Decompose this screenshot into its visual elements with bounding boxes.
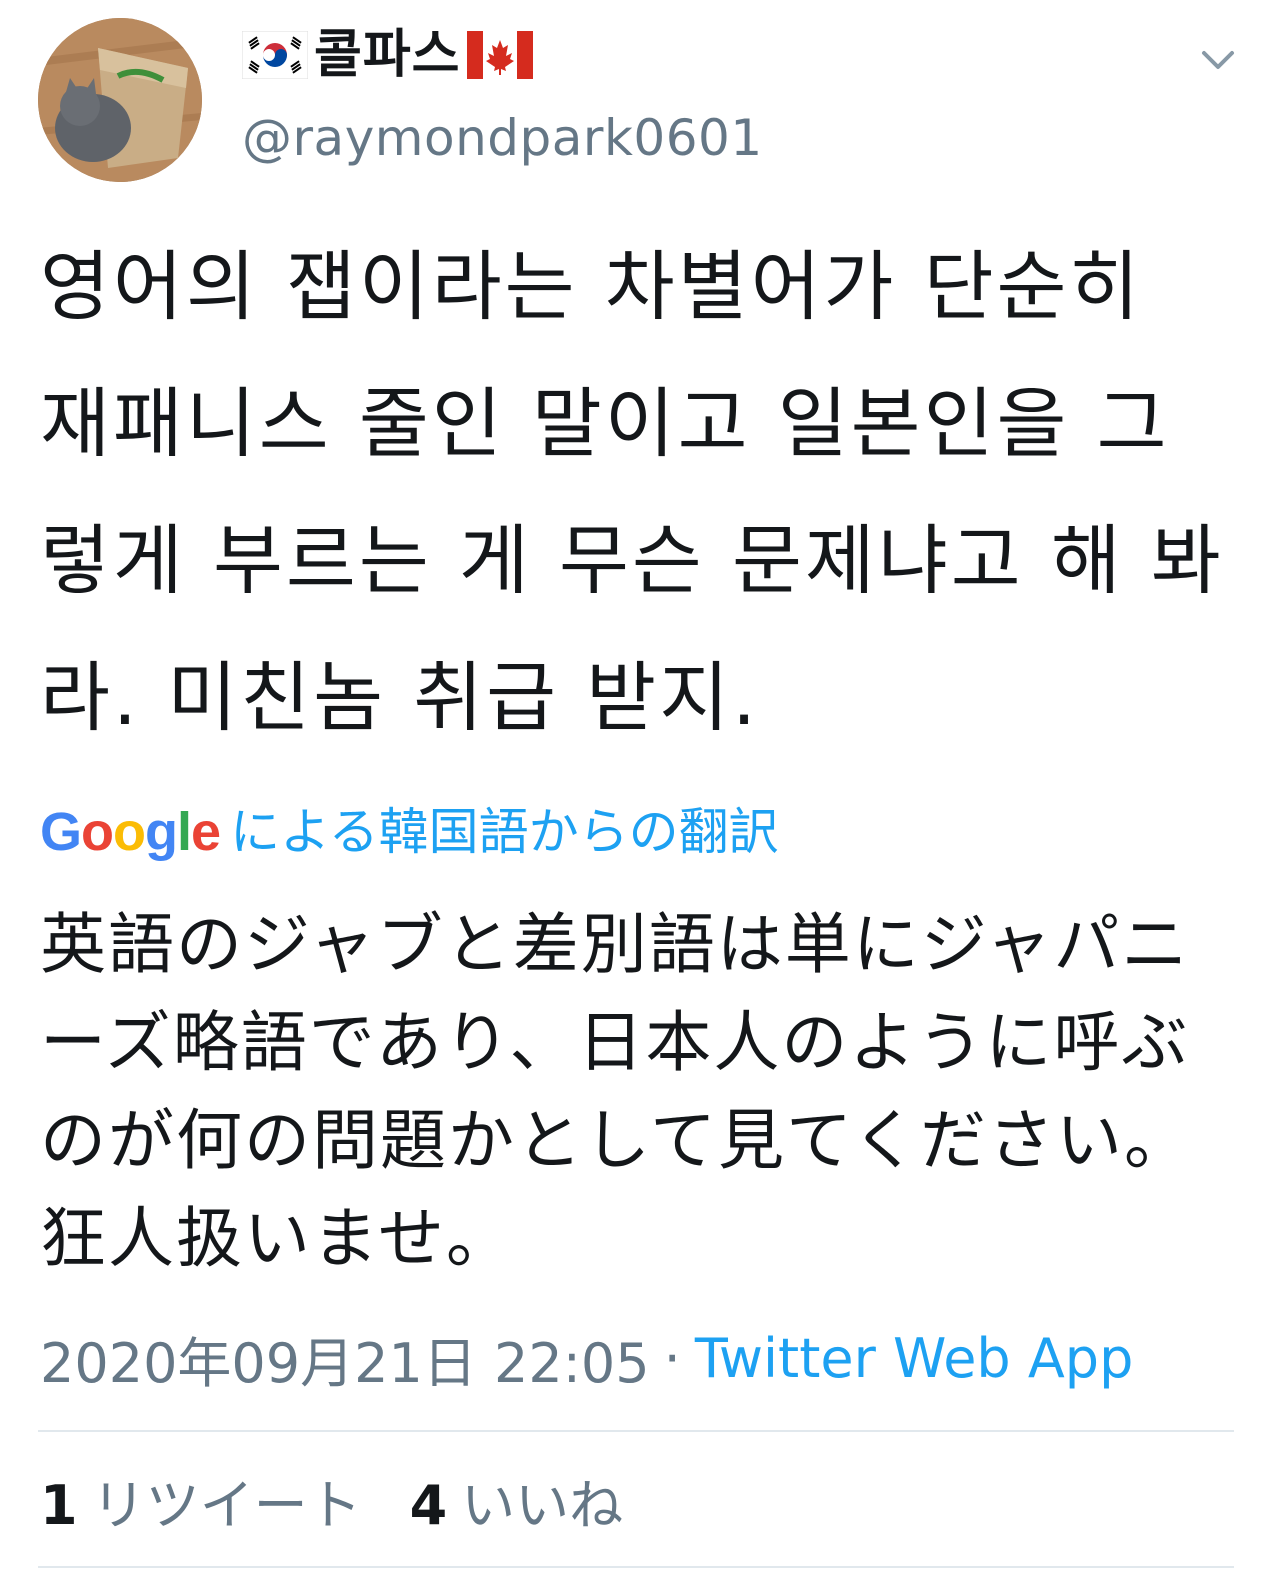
retweets-label: リツイート (91, 1473, 362, 1537)
tweet-meta: 2020年09月21日 22:05 · Twitter Web App (40, 1318, 1133, 1398)
google-logo-letter: l (177, 802, 192, 862)
tweet-text: 영어의 잽이라는 차별어가 단순히 재패니스 줄인 말이고 일본인을 그렇게 부… (40, 242, 1224, 742)
retweets-count: 1 (40, 1473, 78, 1537)
divider (38, 1566, 1234, 1568)
translation-header[interactable]: Google による韓国語からの翻訳 (40, 800, 779, 864)
timestamp[interactable]: 2020年09月21日 22:05 (40, 1319, 650, 1398)
google-logo-letter: G (40, 802, 82, 862)
avatar[interactable] (38, 18, 202, 182)
divider (38, 1430, 1234, 1432)
avatar-image (38, 18, 202, 182)
likes-label: いいね (461, 1473, 624, 1537)
author-name-row[interactable]: 콜파스 (242, 22, 533, 88)
google-logo: Google (40, 802, 221, 862)
source-link[interactable]: Twitter Web App (695, 1327, 1134, 1390)
display-name[interactable]: 콜파스 (314, 29, 461, 81)
author-handle[interactable]: @raymondpark0601 (242, 108, 763, 168)
flag-south-korea-icon (242, 31, 308, 79)
google-logo-letter: g (145, 802, 178, 862)
google-logo-letter: e (191, 802, 221, 862)
chevron-down-icon[interactable] (1196, 38, 1240, 82)
flag-canada-icon (466, 31, 533, 79)
tweet-detail: 콜파스 @raymondpark0601 영어의 잽이라는 차별어가 단순히 재… (0, 0, 1280, 1580)
translation-label[interactable]: による韓国語からの翻訳 (230, 807, 779, 857)
google-logo-letter: o (113, 802, 146, 862)
likes-count: 4 (409, 1473, 448, 1537)
likes-stat[interactable]: 4 いいね (410, 1461, 624, 1540)
translated-text: 英語のジャブと差別語は単にジャパニーズ略語であり、日本人のように呼ぶのが何の問題… (40, 906, 1193, 1277)
meta-separator: · (663, 1326, 681, 1390)
tweet-stats: 1 リツイート 4 いいね (40, 1460, 623, 1540)
google-logo-letter: o (81, 802, 114, 862)
retweets-stat[interactable]: 1 リツイート (40, 1461, 362, 1540)
